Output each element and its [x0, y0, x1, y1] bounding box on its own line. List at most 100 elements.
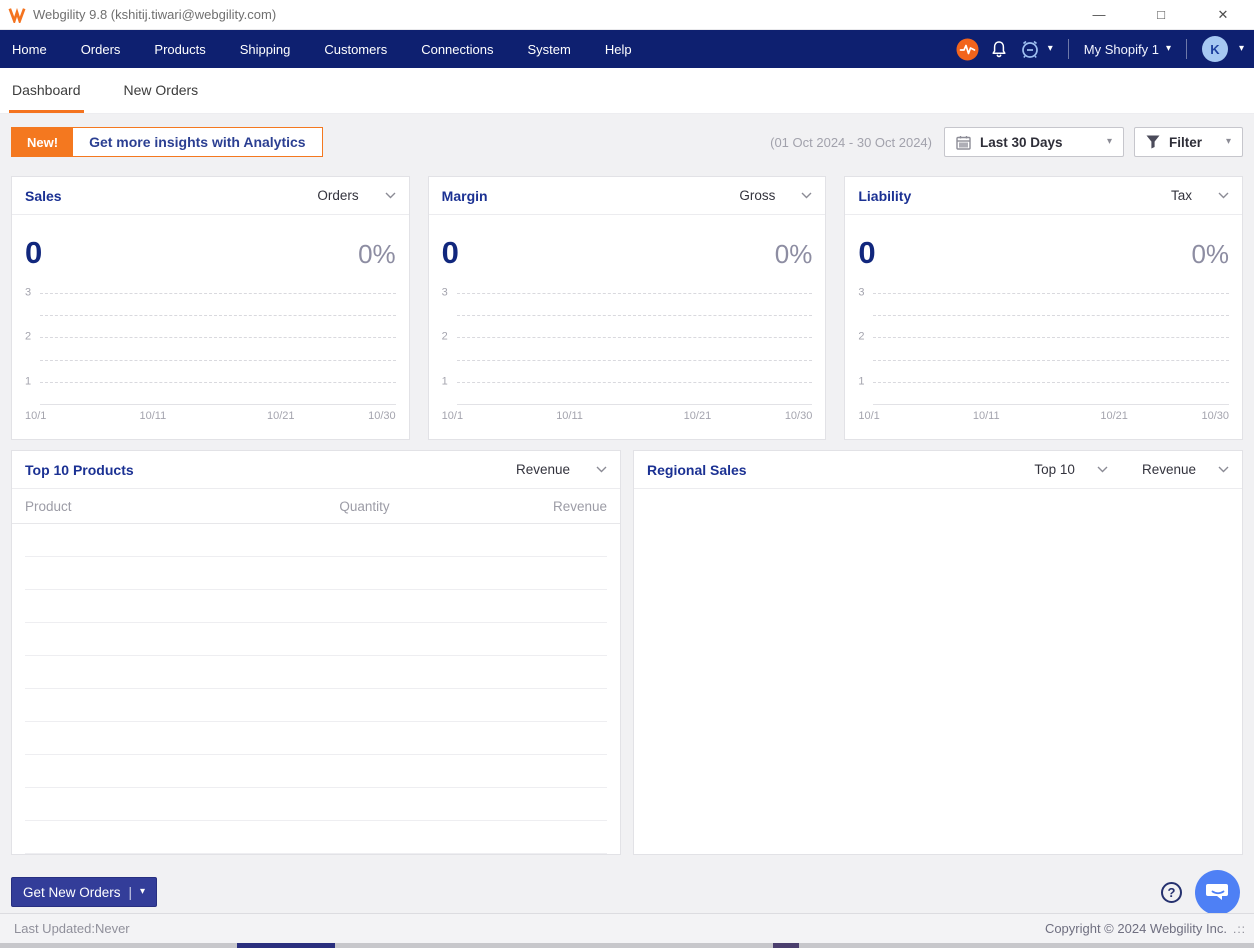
filter-dropdown[interactable]: Filter ▾: [1134, 127, 1243, 157]
y-axis-tick: 3: [442, 286, 448, 298]
liability-count: 0: [858, 235, 875, 271]
regional-count-dropdown[interactable]: Top 10: [1034, 462, 1108, 477]
avatar-caret-icon[interactable]: ▾: [1239, 44, 1244, 54]
user-avatar[interactable]: K: [1202, 36, 1228, 62]
tab-dashboard[interactable]: Dashboard: [9, 82, 84, 113]
last-updated-text: Last Updated:Never: [14, 921, 130, 936]
nav-item-shipping[interactable]: Shipping: [240, 42, 291, 57]
date-range-text: (01 Oct 2024 - 30 Oct 2024): [770, 135, 932, 150]
chart-gridline: [40, 337, 396, 338]
store-selector-label: My Shopify 1: [1084, 42, 1159, 57]
nav-item-system[interactable]: System: [527, 42, 570, 57]
close-button[interactable]: ✕: [1192, 0, 1254, 29]
liability-metric-dropdown[interactable]: Tax: [1171, 188, 1229, 203]
column-product: Product: [25, 499, 284, 514]
table-row: [25, 656, 607, 689]
column-quantity: Quantity: [284, 499, 446, 514]
table-row: [25, 557, 607, 590]
title-bar: Webgility 9.8 (kshitij.tiwari@webgility.…: [0, 0, 1254, 30]
tab-new-orders[interactable]: New Orders: [121, 82, 202, 113]
nav-item-products[interactable]: Products: [154, 42, 205, 57]
date-preset-dropdown[interactable]: Last 30 Days ▾: [944, 127, 1124, 157]
minimize-button[interactable]: —: [1068, 0, 1130, 29]
nav-item-customers[interactable]: Customers: [324, 42, 387, 57]
nav-item-orders[interactable]: Orders: [81, 42, 121, 57]
nav-item-connections[interactable]: Connections: [421, 42, 493, 57]
margin-percent: 0%: [775, 239, 813, 270]
x-axis-tick: 10/1: [25, 410, 46, 422]
help-icon[interactable]: ?: [1161, 882, 1182, 903]
sales-card: Sales Orders 0 0% 3 2 1: [11, 176, 410, 440]
y-axis-tick: 3: [25, 286, 31, 298]
nav-item-help[interactable]: Help: [605, 42, 632, 57]
chart-gridline: [457, 360, 813, 361]
nav-divider: [1186, 39, 1187, 59]
chart-gridline: [873, 315, 1229, 316]
x-axis-tick: 10/30: [785, 410, 813, 422]
column-revenue: Revenue: [445, 499, 607, 514]
chevron-down-icon: [385, 192, 396, 199]
notifications-bell-icon[interactable]: [990, 40, 1008, 59]
x-axis-tick: 10/21: [684, 410, 712, 422]
top-products-dropdown-value: Revenue: [516, 462, 570, 477]
chevron-down-icon: [1218, 192, 1229, 199]
resize-grip-icon[interactable]: .::: [1233, 922, 1246, 936]
top-products-card: Top 10 Products Revenue Product Quantity…: [11, 450, 621, 855]
liability-dropdown-value: Tax: [1171, 188, 1192, 203]
chart-gridline: [873, 293, 1229, 294]
taskbar-peek: [0, 943, 1254, 948]
webgility-logo-icon: [8, 7, 26, 23]
chart-gridline: [40, 360, 396, 361]
get-new-orders-caret-icon: ▾: [140, 887, 145, 897]
chart-gridline: [873, 337, 1229, 338]
regional-sales-body: [634, 489, 1242, 854]
chart-gridline: [457, 337, 813, 338]
filter-label: Filter: [1169, 135, 1202, 150]
regional-metric-value: Revenue: [1142, 462, 1196, 477]
scheduler-caret-icon: ▾: [1048, 44, 1053, 54]
top-products-title: Top 10 Products: [25, 462, 134, 478]
liability-card: Liability Tax 0 0% 3 2: [844, 176, 1243, 440]
get-new-orders-label: Get New Orders: [23, 885, 121, 900]
filter-caret-icon: ▾: [1226, 137, 1231, 147]
maximize-button[interactable]: □: [1130, 0, 1192, 29]
store-caret-icon: ▾: [1166, 44, 1171, 54]
chart-gridline: [40, 315, 396, 316]
get-new-orders-button[interactable]: Get New Orders | ▾: [11, 877, 157, 907]
calendar-icon: [956, 135, 971, 150]
nav-item-home[interactable]: Home: [12, 42, 47, 57]
top-products-metric-dropdown[interactable]: Revenue: [516, 462, 607, 477]
sales-percent: 0%: [358, 239, 396, 270]
chevron-down-icon: [1097, 466, 1108, 473]
x-axis-tick: 10/21: [267, 410, 295, 422]
regional-sales-card: Regional Sales Top 10 Revenue: [633, 450, 1243, 855]
table-row: [25, 524, 607, 557]
y-axis-tick: 1: [25, 375, 31, 387]
store-selector-dropdown[interactable]: My Shopify 1 ▾: [1084, 42, 1171, 57]
x-axis-tick: 10/21: [1100, 410, 1128, 422]
margin-metric-dropdown[interactable]: Gross: [739, 188, 812, 203]
nav-divider: [1068, 39, 1069, 59]
scheduler-alarm-icon[interactable]: ▾: [1019, 38, 1053, 60]
x-axis-tick: 10/1: [442, 410, 463, 422]
sales-metric-dropdown[interactable]: Orders: [317, 188, 395, 203]
filter-funnel-icon: [1146, 135, 1160, 149]
chart-gridline: [873, 360, 1229, 361]
analytics-insights-label: Get more insights with Analytics: [73, 128, 322, 156]
margin-dropdown-value: Gross: [739, 188, 775, 203]
window-controls: — □ ✕: [1068, 0, 1254, 29]
copyright-text: Copyright © 2024 Webgility Inc.: [1045, 921, 1227, 936]
chart-gridline: [873, 382, 1229, 383]
chart-gridline: [457, 315, 813, 316]
button-separator: |: [129, 885, 133, 900]
y-axis-tick: 1: [858, 375, 864, 387]
regional-metric-dropdown[interactable]: Revenue: [1142, 462, 1229, 477]
x-axis-tick: 10/11: [556, 410, 583, 422]
table-row: [25, 821, 607, 854]
x-axis-tick: 10/11: [140, 410, 167, 422]
chat-bubble-icon[interactable]: [1195, 870, 1240, 915]
analytics-insights-button[interactable]: New! Get more insights with Analytics: [11, 127, 323, 157]
sales-dropdown-value: Orders: [317, 188, 358, 203]
x-axis-tick: 10/1: [858, 410, 879, 422]
sync-activity-icon[interactable]: [956, 38, 979, 61]
